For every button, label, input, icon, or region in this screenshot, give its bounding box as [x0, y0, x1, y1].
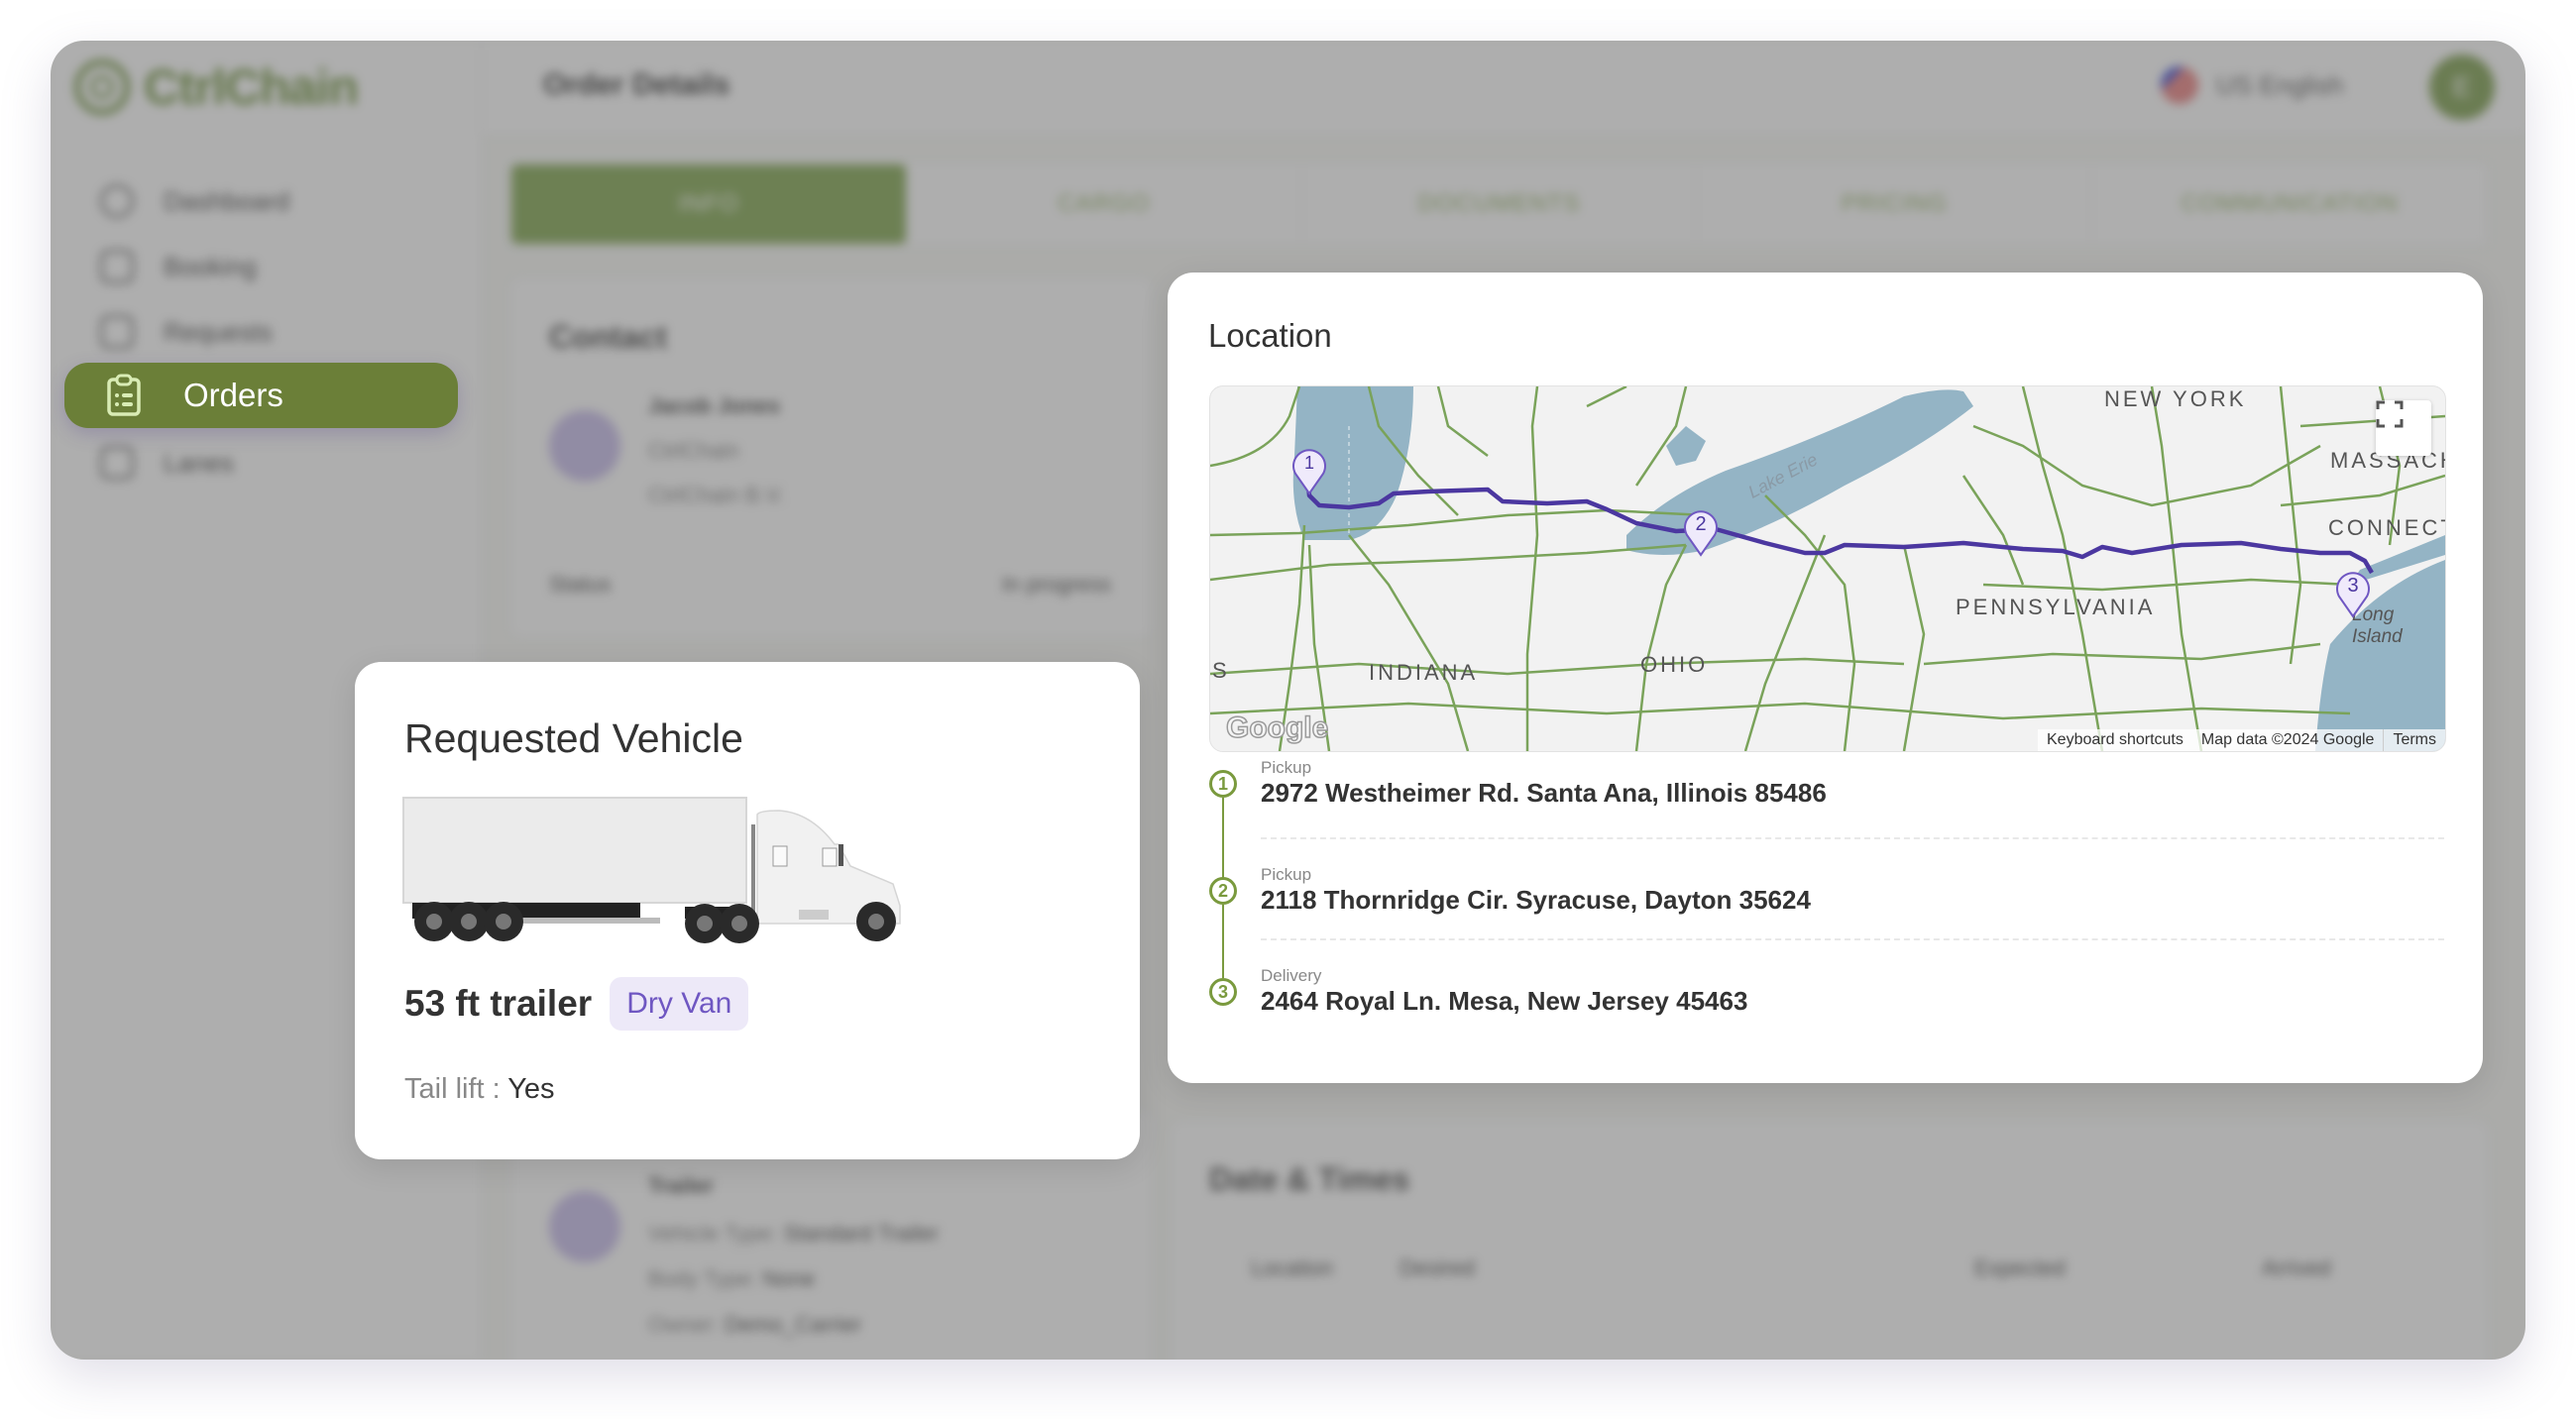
- sidebar-item-label: Orders: [183, 377, 283, 413]
- vehicle-size: 53 ft trailer: [404, 983, 593, 1024]
- requested-vehicle-title: Requested Vehicle: [404, 715, 743, 761]
- stop-separator: [1261, 938, 2444, 940]
- vehicle-type-badge: Dry Van: [610, 977, 749, 1031]
- clipboard-list-icon: [107, 374, 141, 416]
- keyboard-shortcuts-link[interactable]: Keyboard shortcuts: [2038, 729, 2192, 751]
- map-pin-2[interactable]: 2: [1681, 507, 1721, 557]
- map-label-ohio: OHIO: [1640, 652, 1709, 677]
- stop-connector: [1222, 798, 1224, 889]
- stop-type: Pickup: [1261, 865, 1312, 884]
- map-label-indiana: INDIANA: [1369, 660, 1479, 685]
- terms-link[interactable]: Terms: [2383, 729, 2445, 751]
- pin-number: 1: [1304, 453, 1314, 473]
- map-label-connecticut: CONNECTICUT: [2328, 515, 2445, 540]
- location-card: Location NEW YORK MASSAC CONNEC PENNSYLV…: [1168, 273, 2483, 1083]
- fullscreen-button[interactable]: [2376, 400, 2431, 456]
- stop-type: Delivery: [1261, 966, 1322, 985]
- tail-lift: Tail lift : Yes: [404, 1073, 555, 1106]
- fullscreen-icon: [2376, 400, 2404, 428]
- stop-connector: [1222, 905, 1224, 978]
- sidebar-item-orders[interactable]: Orders: [64, 363, 458, 428]
- stop-marker: 2: [1209, 877, 1237, 905]
- stop-address: 2118 Thornridge Cir. Syracuse, Dayton 35…: [1261, 885, 1811, 915]
- map-pin-1[interactable]: 1: [1289, 446, 1329, 495]
- pin-number: 3: [2347, 575, 2358, 597]
- tail-lift-value: Yes: [507, 1073, 555, 1105]
- map-pin-3[interactable]: 3: [2333, 569, 2373, 618]
- google-logo[interactable]: Google: [1225, 710, 1329, 745]
- stop-marker: 1: [1209, 770, 1237, 798]
- stop-marker: 3: [1209, 978, 1237, 1006]
- map-label-edge: S: [1212, 658, 1230, 683]
- stop-type: Pickup: [1261, 758, 1312, 777]
- map-label-new-york: NEW YORK: [2104, 386, 2247, 411]
- map-label-pennsylvania: PENNSYLVANIA: [1956, 595, 2156, 619]
- vehicle-summary: 53 ft trailer Dry Van: [404, 977, 749, 1031]
- semi-truck-illustration: [402, 797, 901, 943]
- map-data-text: Map data ©2024 Google: [2200, 731, 2375, 748]
- stop-address: 2972 Westheimer Rd. Santa Ana, Illinois …: [1261, 778, 1827, 808]
- requested-vehicle-card: Requested Vehicle 53 ft trailer Dry Van …: [355, 662, 1140, 1159]
- map-canvas: [1210, 386, 2445, 751]
- stop-address: 2464 Royal Ln. Mesa, New Jersey 45463: [1261, 986, 1748, 1016]
- tail-lift-label: Tail lift :: [404, 1073, 501, 1105]
- stop-separator: [1261, 837, 2444, 839]
- map-attribution: Keyboard shortcuts Map data ©2024 Google…: [2038, 729, 2445, 751]
- location-title: Location: [1208, 317, 1332, 354]
- pin-number: 2: [1695, 513, 1706, 535]
- route-map[interactable]: NEW YORK MASSACHUSETTS CONNECTICUT PENNS…: [1209, 385, 2446, 752]
